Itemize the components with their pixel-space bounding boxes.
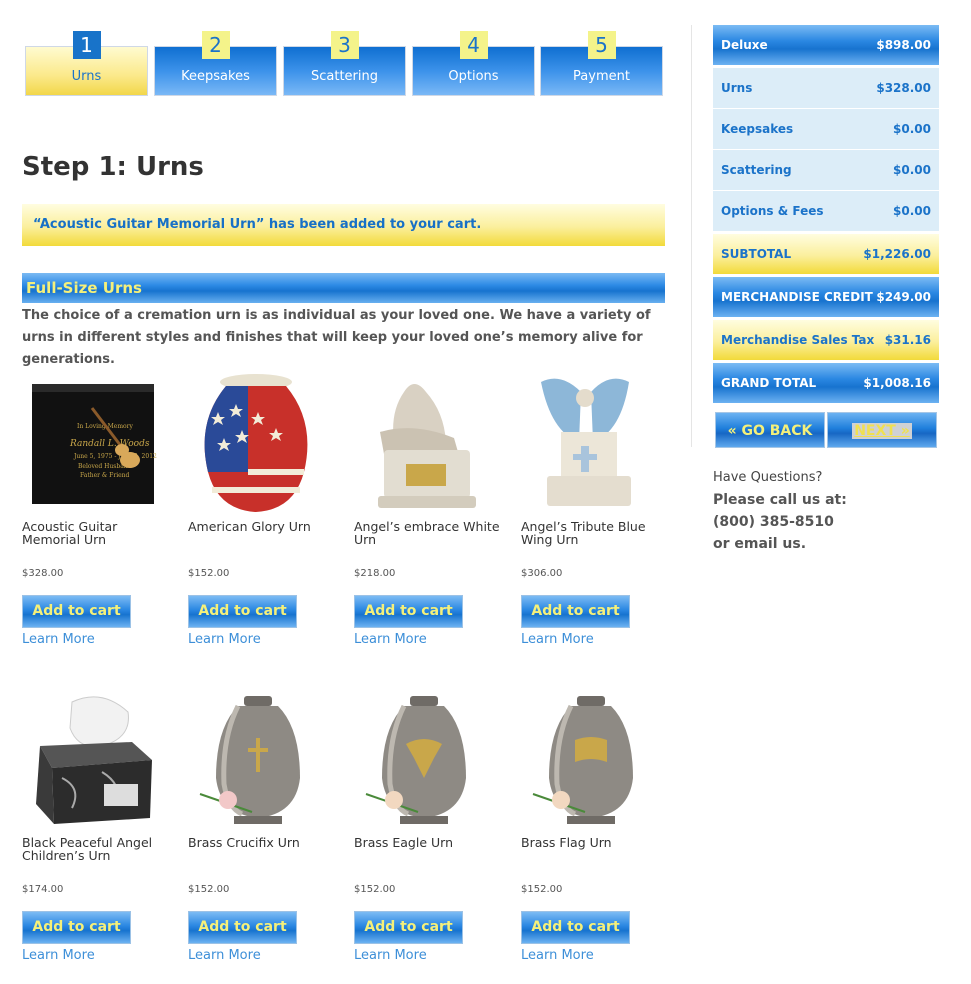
learn-more-link[interactable]: Learn More (188, 632, 261, 647)
flag-urn-icon[interactable] (188, 372, 328, 514)
sidebar-divider (691, 25, 692, 447)
add-to-cart-button[interactable]: Add to cart (521, 595, 630, 628)
summary-row-urns[interactable]: Urns $328.00 (713, 68, 939, 108)
step-label: Options (448, 69, 499, 84)
learn-more-link[interactable]: Learn More (22, 948, 95, 963)
summary-label: Options & Fees (721, 204, 824, 218)
product-price: $152.00 (188, 884, 230, 895)
summary-value: $31.16 (884, 333, 931, 347)
step-tab-keepsakes[interactable]: 2 Keepsakes (154, 31, 277, 96)
svg-text:Father & Friend: Father & Friend (80, 472, 130, 479)
summary-value: $0.00 (893, 122, 931, 136)
step-tab-payment[interactable]: 5 Payment (540, 31, 663, 96)
section-intro: The choice of a cremation urn is as indi… (22, 308, 651, 367)
learn-more-link[interactable]: Learn More (354, 632, 427, 647)
summary-value: $249.00 (876, 290, 931, 304)
step-label: Scattering (310, 69, 378, 84)
brass-urn-crucifix-icon[interactable] (188, 688, 328, 830)
summary-label: Deluxe (721, 38, 768, 52)
add-to-cart-button[interactable]: Add to cart (188, 595, 297, 628)
product-price: $174.00 (22, 884, 64, 895)
add-to-cart-button[interactable]: Add to cart (22, 595, 131, 628)
add-to-cart-button[interactable]: Add to cart (22, 911, 131, 944)
marble-angel-urn-icon[interactable] (22, 688, 162, 830)
step-tab-scattering[interactable]: 3 Scattering (283, 31, 406, 96)
product-name[interactable]: Angel’s embrace White Urn (354, 520, 504, 546)
product-price: $152.00 (354, 884, 396, 895)
add-to-cart-button[interactable]: Add to cart (188, 911, 297, 944)
step-tab-urns[interactable]: 1 Urns (25, 31, 148, 96)
svg-text:Randall L. Woods: Randall L. Woods (69, 439, 150, 449)
summary-row-scattering[interactable]: Scattering $0.00 (713, 150, 939, 190)
summary-row-options-fees[interactable]: Options & Fees $0.00 (713, 191, 939, 231)
product-price: $218.00 (354, 568, 396, 579)
learn-more-link[interactable]: Learn More (354, 948, 427, 963)
learn-more-link[interactable]: Learn More (188, 948, 261, 963)
product-name[interactable]: Brass Flag Urn (521, 836, 671, 849)
step-label: Keepsakes (181, 69, 250, 84)
product-name[interactable]: Acoustic Guitar Memorial Urn (22, 520, 172, 546)
learn-more-link[interactable]: Learn More (521, 632, 594, 647)
page-title: Step 1: Urns (22, 152, 204, 182)
learn-more-link[interactable]: Learn More (22, 632, 95, 647)
pieta-statue-urn-icon[interactable] (354, 372, 494, 514)
step-number: 3 (330, 31, 359, 59)
summary-label: SUBTOTAL (721, 247, 792, 261)
product-price: $152.00 (521, 884, 563, 895)
product-name[interactable]: Black Peaceful Angel Children’s Urn (22, 836, 172, 862)
summary-row-keepsakes[interactable]: Keepsakes $0.00 (713, 109, 939, 149)
add-to-cart-button[interactable]: Add to cart (521, 911, 630, 944)
brass-urn-flag-icon[interactable] (521, 688, 661, 830)
call-text: Please call us at: (713, 492, 847, 508)
step-tabs: 1 Urns 2 Keepsakes 3 Scattering 4 Option… (25, 28, 665, 98)
summary-value: $1,226.00 (863, 247, 931, 261)
summary-row-deluxe: Deluxe $898.00 (713, 25, 939, 65)
summary-label: Scattering (721, 163, 792, 177)
summary-row-sales-tax: Merchandise Sales Tax $31.16 (713, 320, 939, 360)
add-to-cart-button[interactable]: Add to cart (354, 595, 463, 628)
brass-urn-eagle-icon[interactable] (354, 688, 494, 830)
step-label: Urns (71, 69, 102, 84)
summary-label: MERCHANDISE CREDIT (721, 290, 873, 304)
summary-label: GRAND TOTAL (721, 376, 817, 390)
product-name[interactable]: Angel’s Tribute Blue Wing Urn (521, 520, 671, 546)
questions-heading: Have Questions? (713, 470, 823, 485)
learn-more-link[interactable]: Learn More (521, 948, 594, 963)
summary-row-merchandise-credit: MERCHANDISE CREDIT $249.00 (713, 277, 939, 317)
next-button-label: NEXT » (852, 423, 912, 439)
summary-row-subtotal: SUBTOTAL $1,226.00 (713, 234, 939, 274)
summary-value: $328.00 (876, 81, 931, 95)
step-number: 2 (201, 31, 230, 59)
black-box-urn-guitar-icon[interactable]: In Loving Memory Randall L. Woods June 5… (22, 372, 162, 514)
next-button[interactable]: NEXT » (827, 412, 937, 448)
summary-label: Keepsakes (721, 122, 794, 136)
summary-value: $0.00 (893, 204, 931, 218)
section-title: Full-Size Urns (22, 273, 665, 303)
angel-wing-urn-icon[interactable] (521, 372, 661, 514)
product-name[interactable]: American Glory Urn (188, 520, 338, 533)
summary-value: $898.00 (876, 38, 931, 52)
product-name[interactable]: Brass Eagle Urn (354, 836, 504, 849)
product-name[interactable]: Brass Crucifix Urn (188, 836, 338, 849)
summary-value: $1,008.16 (863, 376, 931, 390)
step-label: Payment (573, 69, 630, 84)
summary-label: Merchandise Sales Tax (721, 333, 875, 347)
summary-value: $0.00 (893, 163, 931, 177)
step-tab-options[interactable]: 4 Options (412, 31, 535, 96)
go-back-button[interactable]: « GO BACK (715, 412, 825, 448)
step-number: 4 (459, 31, 488, 59)
step-number: 5 (587, 31, 616, 59)
add-to-cart-button[interactable]: Add to cart (354, 911, 463, 944)
product-price: $306.00 (521, 568, 563, 579)
step-number: 1 (72, 31, 101, 59)
product-price: $152.00 (188, 568, 230, 579)
svg-text:June 5, 1975 - June 3, 2012: June 5, 1975 - June 3, 2012 (73, 453, 157, 460)
summary-label: Urns (721, 81, 753, 95)
product-price: $328.00 (22, 568, 64, 579)
contact-info: Have Questions? Please call us at: (800)… (713, 470, 939, 555)
cart-notice: “Acoustic Guitar Memorial Urn” has been … (22, 204, 665, 246)
email-text[interactable]: or email us. (713, 533, 939, 555)
summary-row-grand-total: GRAND TOTAL $1,008.16 (713, 363, 939, 403)
phone-number[interactable]: (800) 385-8510 (713, 511, 939, 533)
